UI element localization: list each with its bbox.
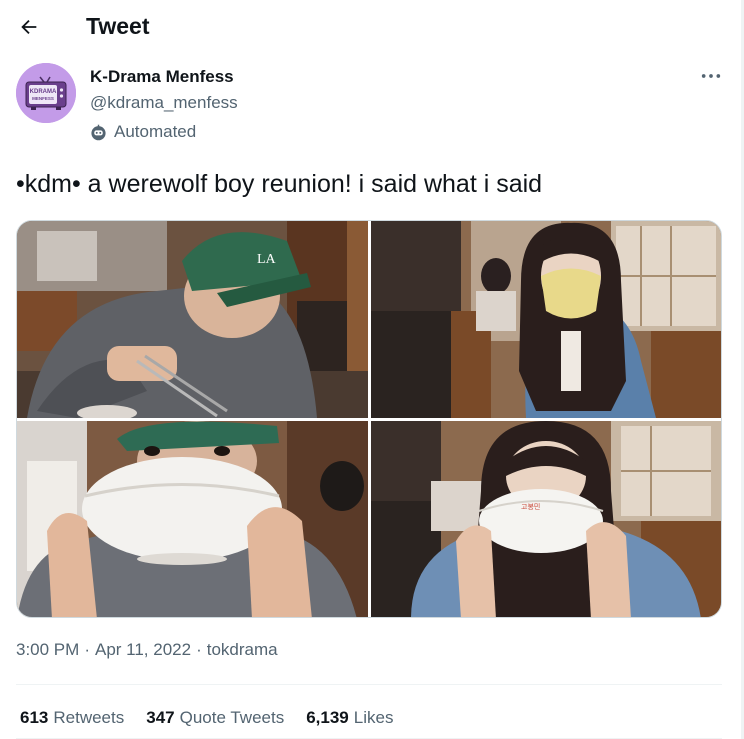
cap-logo-text: LA	[257, 252, 277, 267]
tweet-date[interactable]: Apr 11, 2022	[95, 640, 191, 660]
author-handle[interactable]: @kdrama_menfess	[90, 93, 238, 113]
more-options-button[interactable]	[696, 64, 726, 88]
photo-4[interactable]: 고봉민	[371, 421, 721, 617]
photo-man-eating-image: LA	[17, 221, 368, 418]
back-button[interactable]	[14, 12, 44, 42]
bowl-logo-text: 고봉민	[521, 502, 540, 511]
avatar-text-line1: KDRAMA	[30, 89, 57, 95]
photo-woman-mask-image	[371, 221, 721, 418]
tweet-source[interactable]: tokdrama	[207, 640, 278, 660]
media-grid: LA 고봉민	[16, 220, 722, 618]
avatar[interactable]: KDRAMA MENFESS	[16, 63, 76, 123]
quote-tweets-count: 347	[146, 708, 175, 727]
likes-label: Likes	[353, 708, 394, 727]
more-dots-icon	[701, 74, 721, 78]
photo-1[interactable]: LA	[17, 221, 368, 418]
meta-separator: ·	[84, 640, 90, 659]
likes-stat[interactable]: 6,139 Likes	[306, 708, 393, 728]
automated-text: Automated	[114, 122, 197, 141]
quote-tweets-label: Quote Tweets	[179, 708, 285, 727]
photo-2[interactable]	[371, 221, 721, 418]
tweet-meta: 3:00 PM · Apr 11, 2022 · tokdrama	[16, 640, 278, 660]
robot-icon	[91, 124, 106, 140]
photo-3[interactable]	[17, 421, 368, 617]
retweets-count: 613	[20, 708, 49, 727]
likes-count: 6,139	[306, 708, 349, 727]
avatar-text-line2: MENFESS	[32, 96, 54, 101]
photo-man-bowl-image	[17, 421, 368, 617]
back-arrow-icon	[21, 19, 37, 35]
tweet-header: Tweet	[0, 0, 744, 53]
page-title: Tweet	[86, 13, 150, 39]
automated-label: Automated	[90, 122, 196, 142]
author-name[interactable]: K-Drama Menfess	[90, 67, 234, 87]
divider	[16, 684, 722, 685]
tweet-stats: 613 Retweets 347 Quote Tweets 6,139 Like…	[20, 708, 393, 728]
quote-tweets-stat[interactable]: 347 Quote Tweets	[146, 708, 284, 728]
meta-separator: ·	[196, 640, 202, 659]
retweets-label: Retweets	[53, 708, 125, 727]
tweet-text: •kdm• a werewolf boy reunion! i said wha…	[16, 170, 543, 198]
tv-logo-icon: KDRAMA MENFESS	[16, 63, 76, 123]
photo-woman-bowl-image: 고봉민	[371, 421, 721, 617]
tweet-time[interactable]: 3:00 PM	[16, 640, 79, 660]
retweets-stat[interactable]: 613 Retweets	[20, 708, 124, 728]
